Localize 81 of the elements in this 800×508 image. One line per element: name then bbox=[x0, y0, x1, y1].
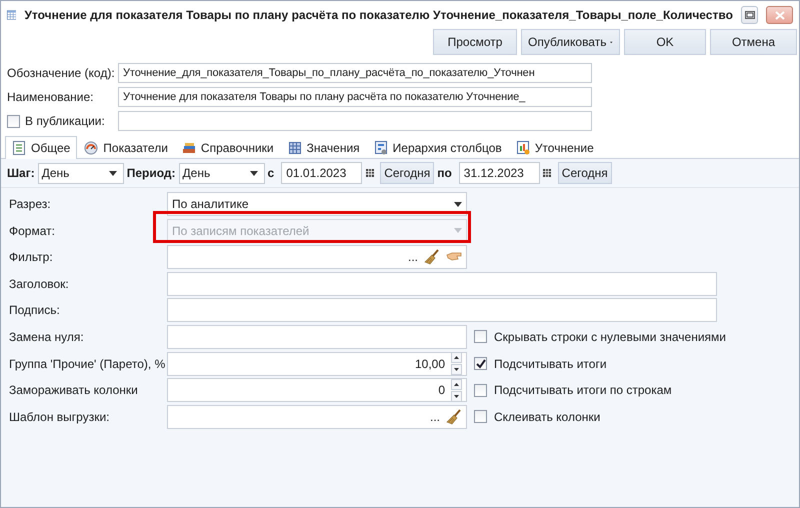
calendar-icon[interactable] bbox=[366, 169, 374, 177]
checkbox-label: Подсчитывать итоги по строкам bbox=[494, 383, 672, 398]
down-arrow-icon bbox=[454, 368, 459, 372]
field-label: Подпись: bbox=[9, 303, 61, 318]
field-label: Замена нуля: bbox=[9, 330, 85, 344]
checkbox-label: Скрывать строки с нулевыми значениями bbox=[494, 330, 726, 344]
close-icon bbox=[774, 10, 785, 20]
input-field[interactable] bbox=[167, 324, 467, 349]
caret-icon bbox=[454, 228, 462, 234]
checkmark-icon bbox=[475, 358, 486, 370]
field-label: Группа 'Прочие' (Парето), % bbox=[9, 356, 166, 371]
tab-icon bbox=[516, 141, 530, 155]
spin-up-button[interactable] bbox=[451, 378, 462, 390]
checkbox[interactable] bbox=[474, 384, 487, 397]
toolbar-button[interactable]: OK bbox=[624, 29, 706, 55]
field-label: Шаблон выгрузки: bbox=[9, 410, 110, 424]
toolbar-button[interactable]: Отмена bbox=[710, 29, 797, 55]
input-field[interactable]: ... bbox=[167, 404, 467, 429]
tab[interactable]: Иерархия столбцов bbox=[366, 137, 509, 158]
restore-icon bbox=[744, 11, 755, 19]
window-title: Уточнение для показателя Товары по плану расчёта по показателю Уточнение_показателя_Товары_поле_Количество bbox=[24, 8, 733, 22]
date-field[interactable]: 31.12.2023 bbox=[458, 162, 540, 184]
restore-button[interactable] bbox=[740, 6, 758, 24]
field-label: Период: bbox=[126, 166, 176, 180]
checkbox-label: Склеивать колонки bbox=[494, 410, 600, 424]
ellipsis-button[interactable]: ... bbox=[408, 250, 418, 264]
up-arrow-icon bbox=[454, 382, 459, 386]
tab-icon bbox=[84, 141, 98, 155]
tab-icon bbox=[12, 141, 26, 155]
input-field[interactable]: Уточнение_для_показателя_Товары_по_плану_расчёта_по_показателю_Уточнен bbox=[118, 63, 592, 83]
dropdown-field[interactable]: День bbox=[178, 162, 265, 184]
field-label: Фильтр: bbox=[9, 250, 54, 264]
caret-icon bbox=[454, 202, 462, 206]
tab-icon bbox=[182, 141, 196, 155]
close-button[interactable] bbox=[766, 6, 793, 24]
tab[interactable]: Уточнение bbox=[508, 137, 601, 158]
field-label: Шаг: bbox=[7, 166, 35, 180]
caret-icon bbox=[108, 170, 117, 176]
checkbox[interactable] bbox=[474, 330, 487, 344]
broom-icon[interactable] bbox=[446, 408, 462, 425]
field-label: по bbox=[437, 166, 452, 180]
dropdown-field[interactable]: День bbox=[38, 162, 124, 184]
input-field[interactable] bbox=[167, 272, 717, 296]
field-label: с bbox=[268, 166, 274, 180]
tab[interactable]: Справочники bbox=[174, 137, 281, 158]
input-field[interactable] bbox=[118, 111, 592, 131]
up-arrow-icon bbox=[454, 356, 459, 360]
spin-up-button[interactable] bbox=[451, 352, 462, 364]
input-field[interactable]: Уточнение для показателя Товары по плану расчёта по показателю Уточнение_ bbox=[118, 87, 592, 107]
date-field[interactable]: 01.01.2023 bbox=[281, 162, 362, 184]
tab[interactable]: Общее bbox=[5, 136, 78, 159]
number-field[interactable]: 0 bbox=[167, 378, 467, 402]
ellipsis-button[interactable]: ... bbox=[430, 410, 440, 424]
field-label: Формат: bbox=[9, 224, 56, 238]
field-label: Заголовок: bbox=[9, 276, 70, 291]
field-label: Наименование: bbox=[7, 90, 95, 104]
today-button[interactable]: Сегодня bbox=[558, 162, 612, 184]
down-arrow-icon bbox=[454, 394, 459, 398]
tab-icon bbox=[374, 141, 388, 155]
field-label: Замораживать колонки bbox=[9, 383, 139, 398]
tab-icon bbox=[288, 141, 302, 155]
field-label: В публикации: bbox=[25, 114, 105, 128]
caret-icon bbox=[250, 170, 258, 176]
toolbar-button[interactable]: Просмотр bbox=[433, 29, 517, 55]
spin-down-button[interactable] bbox=[451, 390, 462, 402]
checkbox[interactable] bbox=[474, 410, 487, 424]
dropdown-button[interactable]: Опубликовать bbox=[521, 29, 620, 55]
today-button[interactable]: Сегодня bbox=[380, 162, 434, 184]
tab[interactable]: Показатели bbox=[77, 137, 175, 158]
number-field[interactable]: 10,00 bbox=[167, 352, 467, 376]
input-field[interactable] bbox=[167, 298, 717, 322]
broom-icon[interactable] bbox=[424, 249, 440, 266]
spin-down-button[interactable] bbox=[451, 364, 462, 376]
tab[interactable]: Значения bbox=[280, 137, 367, 158]
field-label: Разрез: bbox=[9, 197, 52, 211]
calendar-icon[interactable] bbox=[543, 169, 552, 177]
input-field[interactable]: ... bbox=[167, 245, 467, 270]
checkbox[interactable] bbox=[7, 114, 20, 128]
checkbox[interactable] bbox=[474, 357, 487, 370]
checkbox-label: Подсчитывать итоги bbox=[494, 356, 607, 371]
field-label: Обозначение (код): bbox=[7, 66, 116, 80]
